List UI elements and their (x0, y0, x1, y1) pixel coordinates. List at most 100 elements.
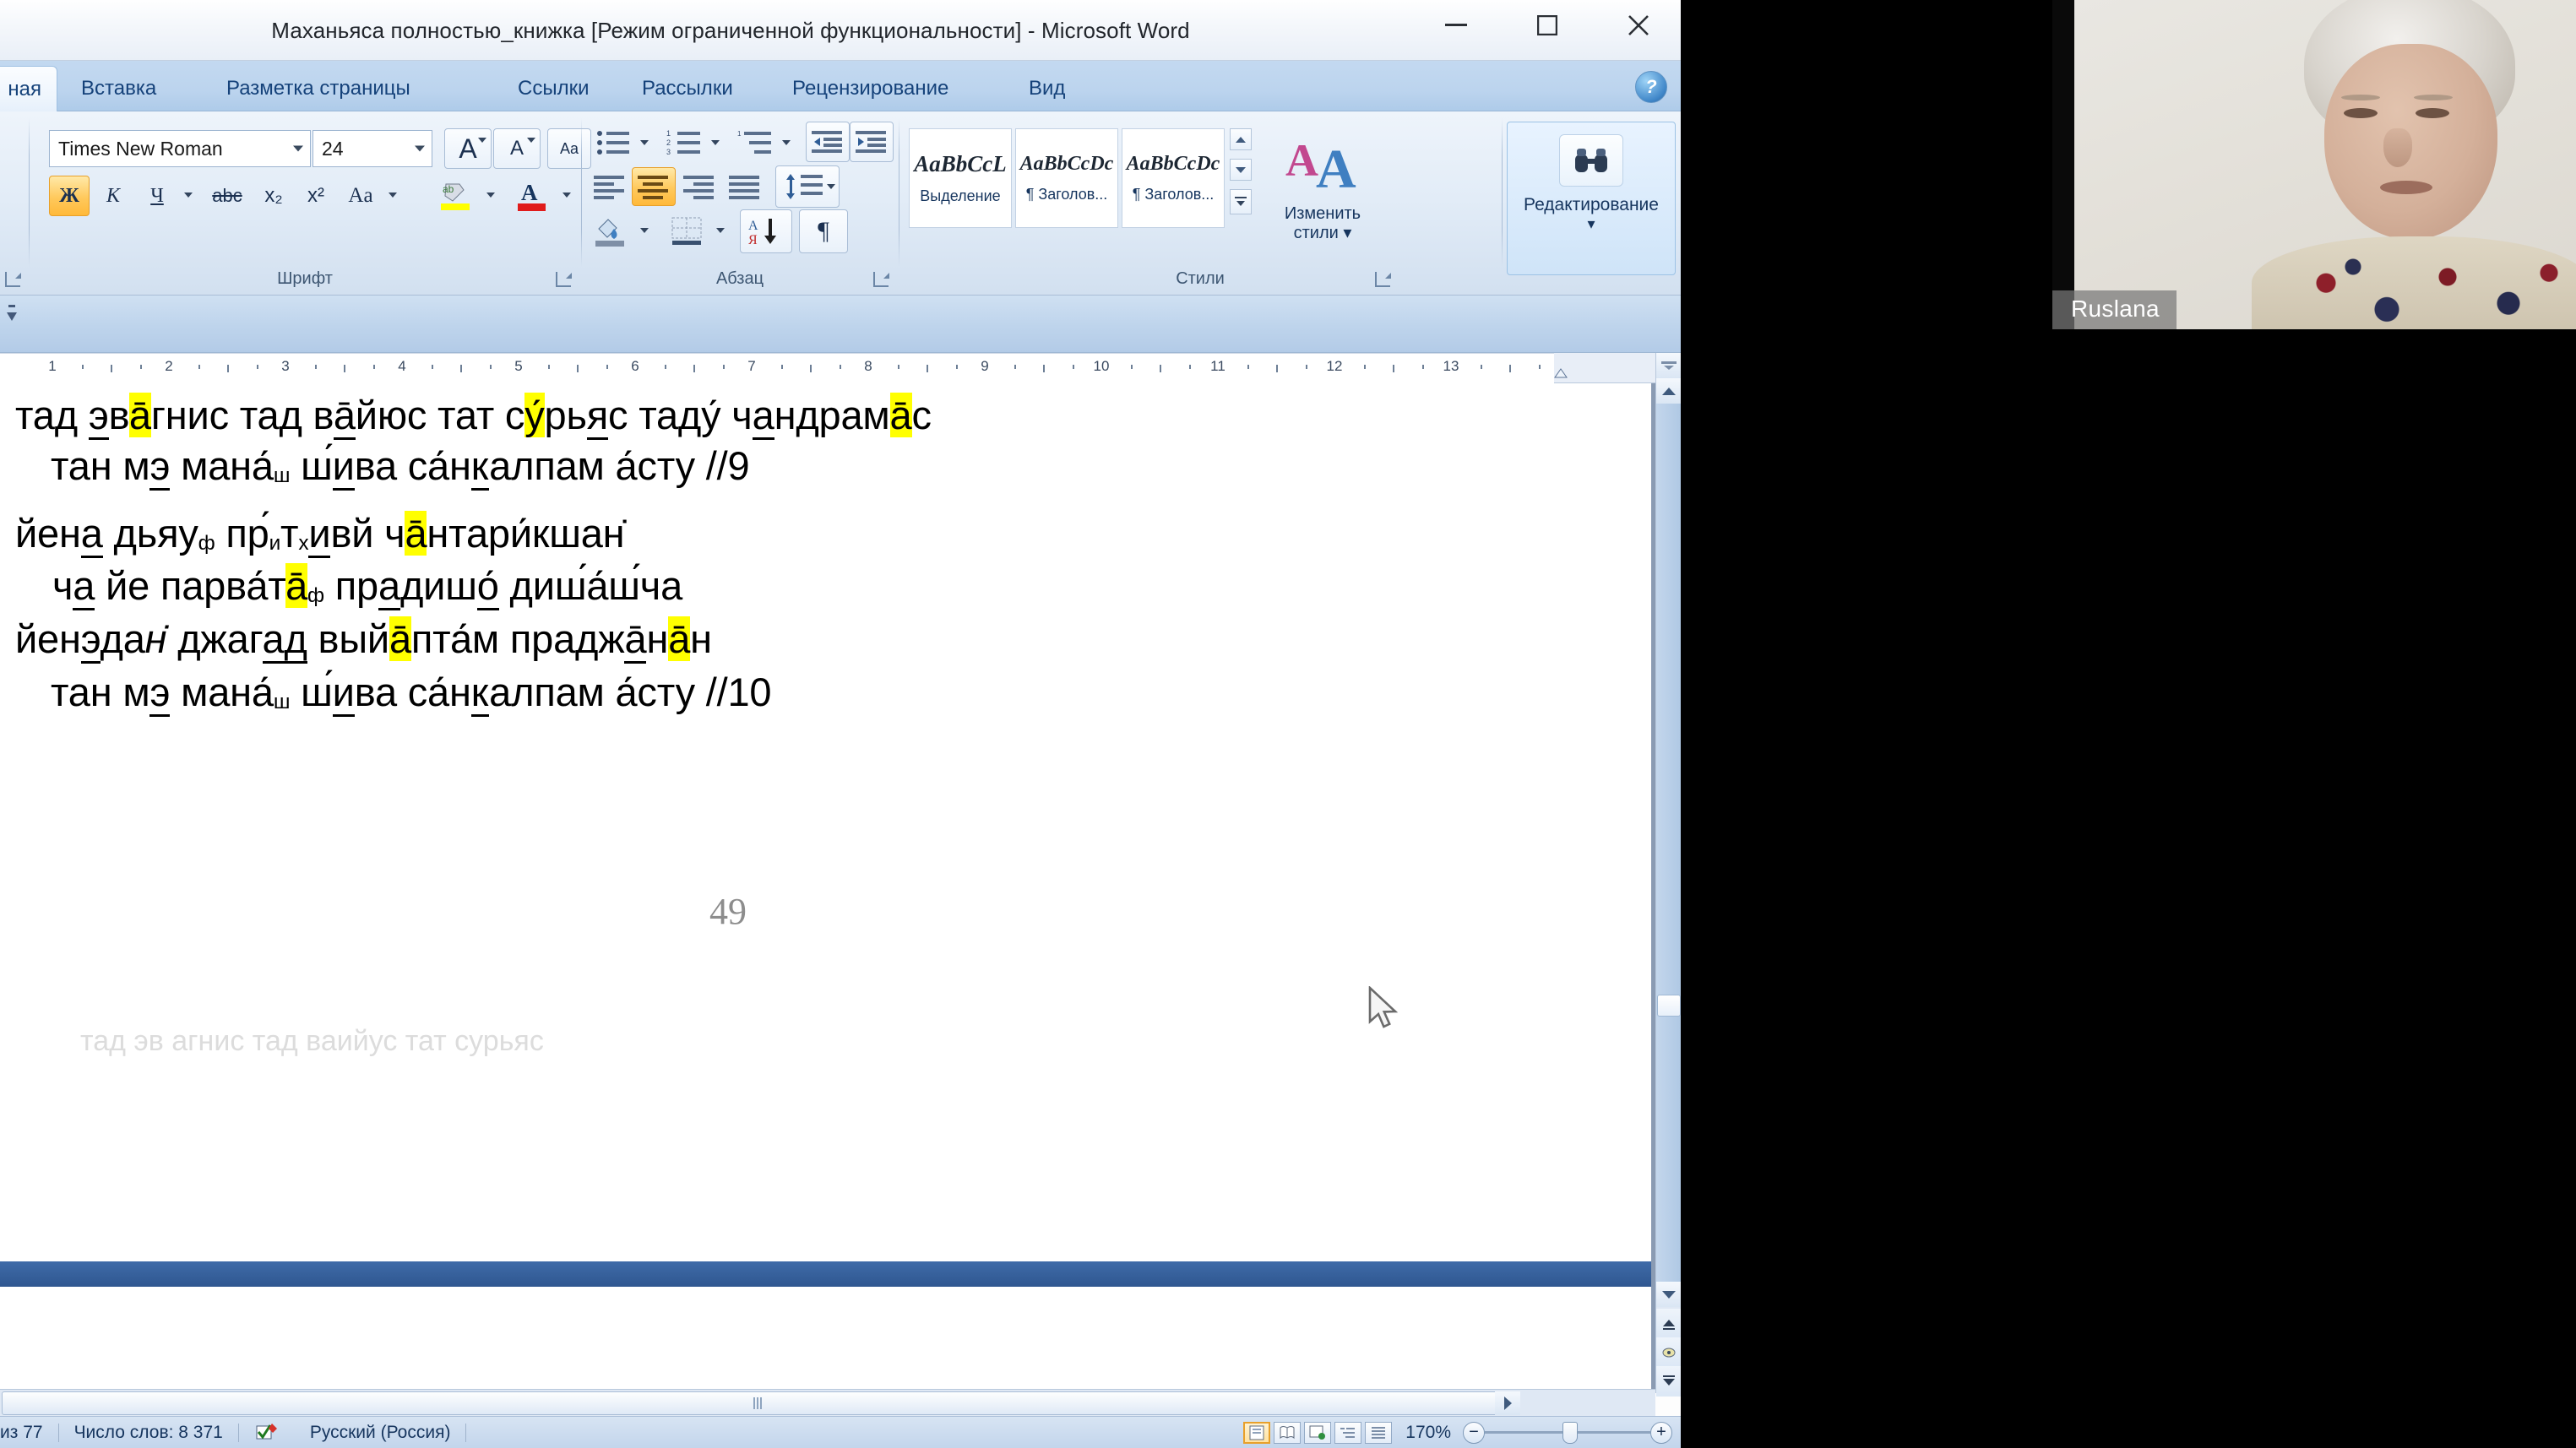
vertical-scroll-track[interactable] (1656, 404, 1681, 1282)
underline-button[interactable]: Ч (137, 176, 177, 216)
justify-button[interactable] (723, 167, 767, 206)
show-formatting-marks-button[interactable]: ¶ (799, 209, 848, 253)
document-text-line[interactable]: тан мэ мана́ш ш́ива са́нкалпам а́сту //9 (51, 442, 749, 489)
borders-dropdown[interactable] (711, 220, 730, 241)
horizontal-scrollbar[interactable] (0, 1389, 1655, 1416)
page-indicator[interactable]: из 77 (0, 1417, 58, 1448)
grow-font-button[interactable]: A (444, 128, 492, 169)
scroll-right-button[interactable] (1495, 1391, 1520, 1415)
align-center-button[interactable] (632, 167, 676, 206)
tab-references[interactable]: Ссылки (503, 66, 605, 111)
document-text-line[interactable]: йена дьяуф пр́итхивй ча̄нтари́кшан̇ (15, 510, 624, 556)
view-draft[interactable] (1365, 1422, 1392, 1444)
help-icon[interactable]: ? (1635, 71, 1667, 103)
document-text-line[interactable]: тад эва̄гнис тад ва̄йюс тат су́рьяс таду… (15, 392, 932, 438)
numbering-dropdown[interactable] (706, 132, 725, 154)
scroll-up-button[interactable] (1656, 378, 1681, 404)
language-indicator[interactable]: Русский (Россия) (295, 1417, 466, 1448)
underline-dropdown[interactable] (179, 184, 198, 206)
indent-marker[interactable] (1552, 366, 1569, 384)
font-size-combo[interactable]: 24 (312, 130, 432, 167)
tab-review-label: Рецензирование (792, 77, 948, 100)
font-color-dropdown[interactable] (557, 184, 576, 206)
style-item-0[interactable]: AaBbCcL Выделение (909, 128, 1012, 228)
multilevel-dropdown[interactable] (777, 132, 796, 154)
italic-button[interactable]: К (93, 176, 133, 216)
tab-home[interactable]: ная (0, 66, 57, 111)
change-case-dropdown[interactable] (383, 184, 402, 206)
zoom-out-button[interactable]: − (1463, 1422, 1485, 1444)
document-page[interactable]: тад эва̄гнис тад ва̄йюс тат су́рьяс таду… (0, 383, 1651, 1261)
decrease-indent-button[interactable] (806, 122, 850, 162)
shading-dropdown[interactable] (635, 220, 654, 241)
align-left-button[interactable] (588, 167, 632, 206)
multilevel-list-button[interactable]: 1 (731, 123, 779, 162)
styles-scroll-up-button[interactable] (1230, 128, 1252, 150)
tab-mailings[interactable]: Рассылки (627, 66, 748, 111)
close-button[interactable] (1603, 5, 1674, 46)
increase-indent-button[interactable] (850, 122, 894, 162)
paragraph-dialog-launcher[interactable] (873, 272, 889, 287)
shrink-font-button[interactable]: A (493, 128, 541, 169)
font-color-button[interactable]: A (508, 176, 556, 216)
bold-button[interactable]: Ж (49, 176, 90, 216)
line-spacing-button[interactable] (775, 165, 840, 208)
minimize-button[interactable] (1421, 5, 1492, 46)
borders-button[interactable] (664, 211, 711, 252)
style-item-1[interactable]: AaBbCcDc ¶ Заголов... (1015, 128, 1118, 228)
editing-button[interactable]: Редактирование ▾ (1507, 122, 1676, 275)
next-object-button[interactable] (1656, 1366, 1681, 1396)
select-browse-object-button[interactable] (1656, 1337, 1681, 1368)
multilevel-list-icon: 1 (737, 128, 773, 157)
font-name-combo[interactable]: Times New Roman (49, 130, 311, 167)
numbering-button[interactable]: 1 2 3 (660, 123, 708, 162)
document-text-line[interactable]: ча йе парва́та̄ф прадишо́ диш́а́ш́ча (52, 562, 682, 609)
strikethrough-button[interactable]: abc (203, 176, 252, 216)
zoom-slider-handle[interactable] (1562, 1422, 1578, 1444)
document-text-line[interactable]: тан мэ мана́ш ш́ива са́нкалпам а́сту //1… (51, 669, 771, 715)
shading-button[interactable] (588, 211, 635, 252)
document-text-line[interactable]: йенэдан̇ джагад выйа̄пта́м праджа̄на̄н (15, 616, 712, 662)
webcam-overlay[interactable]: Ruslana (2052, 0, 2576, 329)
superscript-button[interactable]: x² (296, 176, 336, 216)
clipboard-dialog-launcher[interactable] (5, 272, 20, 287)
view-web-layout[interactable] (1304, 1422, 1331, 1444)
view-print-layout[interactable] (1243, 1422, 1270, 1444)
zoom-level[interactable]: 170% (1394, 1423, 1463, 1443)
previous-object-button[interactable] (1656, 1309, 1681, 1339)
sort-button[interactable]: A Я (740, 209, 792, 253)
styles-more-button[interactable] (1230, 189, 1252, 214)
document-page-next[interactable] (0, 1287, 1651, 1393)
vertical-scroll-thumb[interactable] (1657, 995, 1681, 1017)
scroll-down-button[interactable] (1656, 1282, 1681, 1307)
change-case-button[interactable]: Aa (338, 176, 383, 216)
tab-stop-selector[interactable] (5, 304, 19, 329)
zoom-slider-track[interactable] (1485, 1431, 1650, 1434)
tab-page-layout[interactable]: Разметка страницы (211, 66, 426, 111)
word-count[interactable]: Число слов: 8 371 (59, 1417, 238, 1448)
horizontal-ruler[interactable]: 12345678910111213 (0, 353, 1681, 383)
tab-insert[interactable]: Вставка (66, 66, 171, 111)
highlight-color-dropdown[interactable] (481, 184, 500, 206)
bullets-dropdown[interactable] (635, 132, 654, 154)
change-styles-button[interactable]: A A Изменить стили ▾ (1267, 128, 1378, 272)
highlight-color-button[interactable]: ab (432, 176, 480, 216)
maximize-button[interactable] (1512, 5, 1583, 46)
view-outline[interactable] (1334, 1422, 1361, 1444)
document-canvas[interactable]: тад эва̄гнис тад ва̄йюс тат су́рьяс таду… (0, 383, 1655, 1393)
vertical-scrollbar[interactable] (1655, 353, 1681, 1393)
styles-dialog-launcher[interactable] (1375, 272, 1390, 287)
proofing-status[interactable] (239, 1417, 295, 1448)
style-item-2[interactable]: AaBbCcDc ¶ Заголов... (1122, 128, 1225, 228)
align-right-button[interactable] (677, 167, 721, 206)
split-handle[interactable] (1656, 353, 1681, 378)
subscript-button[interactable]: x₂ (253, 176, 294, 216)
view-full-screen-reading[interactable] (1274, 1422, 1301, 1444)
font-dialog-launcher[interactable] (556, 272, 571, 287)
tab-review[interactable]: Рецензирование (777, 66, 964, 111)
bullets-button[interactable] (590, 123, 637, 162)
zoom-in-button[interactable]: + (1650, 1422, 1672, 1444)
horizontal-scroll-thumb[interactable] (2, 1391, 1514, 1415)
tab-view[interactable]: Вид (1014, 66, 1080, 111)
styles-scroll-down-button[interactable] (1230, 159, 1252, 181)
